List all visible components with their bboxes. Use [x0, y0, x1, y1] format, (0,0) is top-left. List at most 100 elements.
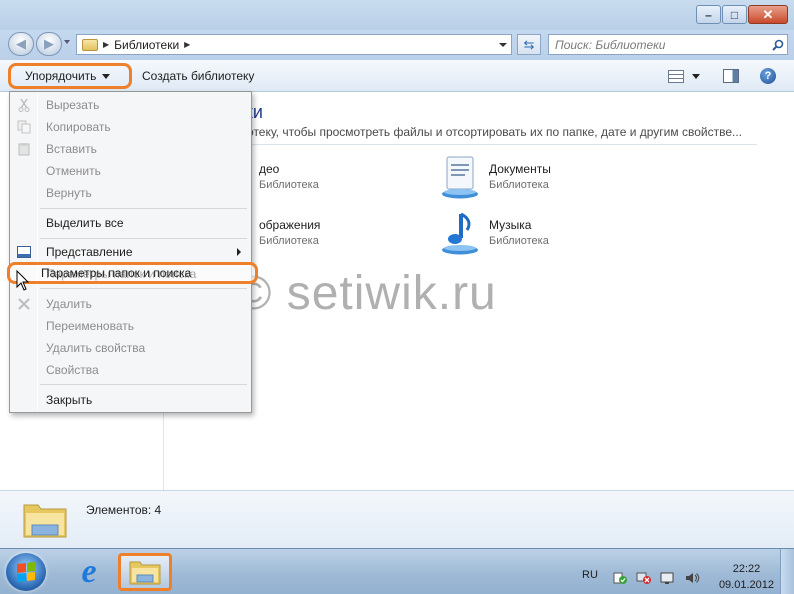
- menu-item-label: Представление: [46, 245, 133, 259]
- menu-item-label: Вернуть: [46, 186, 92, 200]
- menu-separator: [40, 384, 247, 385]
- refresh-icon: ⇆: [523, 36, 535, 52]
- taskbar-internet-explorer[interactable]: e: [62, 553, 116, 591]
- menu-item-label: Закрыть: [46, 393, 93, 407]
- forward-button[interactable]: ▶: [36, 32, 62, 56]
- breadcrumb-arrow-icon[interactable]: ▶: [184, 40, 190, 49]
- view-options-icon: [668, 69, 684, 83]
- network-icon[interactable]: [636, 571, 652, 585]
- menu-item-rename[interactable]: Переименовать: [12, 315, 249, 337]
- menu-item-paste[interactable]: Вставить: [12, 138, 249, 160]
- chevron-down-icon: [102, 73, 111, 79]
- library-type: Библиотека: [259, 179, 319, 191]
- library-name: Музыка: [489, 218, 532, 232]
- submenu-arrow-icon: [237, 248, 241, 256]
- menu-item-delete[interactable]: Удалить: [12, 293, 249, 315]
- library-music[interactable]: Музыка Библиотека: [439, 210, 549, 256]
- delete-icon: [16, 296, 32, 312]
- menu-separator: [40, 288, 247, 289]
- address-row: ◀ ▶ ▶ Библиотеки ▶ ⇆: [0, 30, 794, 60]
- paste-icon: [16, 141, 32, 157]
- close-button[interactable]: ✕: [748, 5, 788, 24]
- details-pane: Элементов: 4: [0, 490, 794, 548]
- copy-icon: [16, 119, 32, 135]
- menu-separator: [40, 238, 247, 239]
- forward-arrow-icon: ▶: [44, 36, 54, 51]
- windows-logo-icon: [17, 562, 35, 582]
- menu-item-label: Выделить все: [46, 216, 124, 230]
- refresh-button[interactable]: ⇆: [517, 34, 541, 55]
- back-arrow-icon: ◀: [16, 36, 26, 51]
- documents-library-icon: [439, 154, 481, 200]
- maximize-button[interactable]: □: [722, 5, 747, 24]
- help-icon: ?: [760, 68, 776, 84]
- menu-item-label: Копировать: [46, 120, 111, 134]
- chevron-down-icon: [692, 73, 700, 79]
- menu-item-undo[interactable]: Отменить: [12, 160, 249, 182]
- taskbar: e RU 22:22 09.01.2012: [0, 548, 794, 594]
- page-description: блиотеку, чтобы просмотреть файлы и отсо…: [227, 125, 742, 139]
- menu-item-label: Вырезать: [46, 98, 100, 112]
- back-button[interactable]: ◀: [8, 32, 34, 56]
- clock-time: 22:22: [732, 563, 761, 575]
- menu-item-close[interactable]: Закрыть: [12, 389, 249, 411]
- preview-pane-icon: [723, 69, 739, 83]
- clock-date: 09.01.2012: [718, 579, 774, 591]
- organize-button[interactable]: Упорядочить: [8, 63, 132, 89]
- command-bar: Упорядочить Создать библиотеку ?: [0, 60, 794, 92]
- menu-item-properties[interactable]: Свойства: [12, 359, 249, 381]
- menu-item-cut[interactable]: Вырезать: [12, 94, 249, 116]
- menu-item-copy[interactable]: Копировать: [12, 116, 249, 138]
- breadcrumb-arrow-icon[interactable]: ▶: [103, 40, 109, 49]
- system-clock[interactable]: 22:22 09.01.2012: [719, 561, 774, 593]
- address-history-dropdown[interactable]: [499, 43, 507, 47]
- menu-item-select-all[interactable]: Выделить все: [12, 212, 249, 234]
- action-center-icon[interactable]: [612, 571, 628, 585]
- highlighted-menu-label[interactable]: Параметры папок и поиска: [41, 266, 191, 280]
- search-icon[interactable]: [769, 39, 787, 51]
- change-view-button[interactable]: [668, 68, 702, 84]
- library-name: Документы: [489, 162, 551, 176]
- address-bar[interactable]: ▶ Библиотеки ▶: [76, 34, 512, 55]
- taskbar-windows-explorer[interactable]: [118, 553, 172, 591]
- title-bar: – □ ✕: [0, 0, 794, 30]
- minimize-button[interactable]: –: [696, 5, 721, 24]
- watermark: © setiwik.ru: [236, 267, 497, 320]
- library-name: ображения: [259, 218, 321, 232]
- maximize-icon: □: [730, 7, 739, 22]
- library-type: Библиотека: [489, 235, 549, 247]
- organize-menu: Вырезать Копировать Вставить Отменить Ве…: [9, 91, 252, 413]
- internet-explorer-icon: e: [81, 553, 97, 590]
- organize-label: Упорядочить: [25, 69, 97, 83]
- display-icon[interactable]: [660, 571, 676, 585]
- menu-item-remove-properties[interactable]: Удалить свойства: [12, 337, 249, 359]
- search-box[interactable]: [548, 34, 788, 55]
- library-documents[interactable]: Документы Библиотека: [439, 154, 551, 200]
- minimize-icon: –: [705, 7, 712, 22]
- help-button[interactable]: ?: [760, 68, 778, 84]
- create-library-button[interactable]: Создать библиотеку: [134, 66, 262, 86]
- menu-item-label: Вставить: [46, 142, 97, 156]
- menu-item-layout[interactable]: Представление: [12, 241, 249, 263]
- window-controls: – □ ✕: [695, 5, 788, 24]
- breadcrumb-libraries[interactable]: Библиотеки: [114, 38, 179, 52]
- menu-item-redo[interactable]: Вернуть: [12, 182, 249, 204]
- volume-icon[interactable]: [684, 571, 700, 585]
- start-button[interactable]: [6, 553, 46, 591]
- preview-pane-button[interactable]: [723, 68, 741, 84]
- item-count: Элементов: 4: [86, 503, 162, 517]
- language-indicator[interactable]: RU: [582, 569, 598, 581]
- layout-icon: [16, 244, 32, 260]
- music-library-icon: [439, 210, 481, 256]
- library-type: Библиотека: [259, 235, 319, 247]
- show-desktop-button[interactable]: [780, 549, 794, 594]
- divider: [227, 144, 757, 145]
- recent-pages-dropdown[interactable]: [64, 40, 70, 44]
- libraries-folder-icon: [82, 38, 98, 51]
- menu-item-label: Удалить: [46, 297, 92, 311]
- close-icon: ✕: [762, 6, 774, 22]
- library-name: део: [259, 162, 280, 176]
- search-input[interactable]: [549, 37, 769, 52]
- cut-icon: [16, 97, 32, 113]
- library-type: Библиотека: [489, 179, 549, 191]
